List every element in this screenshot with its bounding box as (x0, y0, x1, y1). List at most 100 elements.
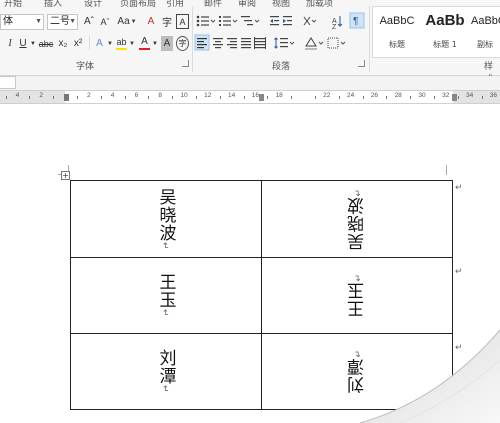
ruler-tick-label: 32 (442, 92, 450, 99)
ruler-tick-label: 16 (251, 92, 260, 99)
distributed-icon[interactable] (254, 37, 266, 49)
chevron-down-icon[interactable] (289, 41, 295, 45)
font-dialog-launcher[interactable] (182, 60, 189, 67)
tab-mailings[interactable]: 邮件 (204, 0, 222, 9)
bullets-icon[interactable] (196, 15, 209, 27)
phonetic-guide-button[interactable]: 字 (160, 14, 174, 29)
numbering-icon[interactable] (219, 16, 231, 26)
ruler-tick-label: 4 (110, 92, 115, 99)
line-spacing-icon[interactable] (274, 37, 289, 49)
end-of-row-mark: ↵ (455, 266, 463, 276)
name-text: 刘潭 (155, 349, 176, 386)
justify-icon[interactable] (241, 38, 251, 49)
strikethrough-button[interactable]: abc (38, 36, 54, 51)
tab-view[interactable]: 视图 (272, 0, 290, 9)
name-text: 王玉 (155, 273, 176, 310)
style-preview: AaBb (425, 12, 465, 29)
ruler-minor-tick (195, 96, 197, 99)
chevron-down-icon[interactable]: ▼ (152, 36, 158, 51)
font-name-combo[interactable]: 体 ▼ (0, 14, 44, 30)
table-cell[interactable]: 王玉↵ (262, 258, 453, 333)
ruler-tick-label: 12 (204, 92, 212, 99)
superscript-button[interactable]: x² (72, 36, 84, 51)
chevron-down-icon[interactable] (311, 19, 317, 23)
group-separator (369, 6, 370, 72)
grow-font-button[interactable]: Aˆ (82, 14, 96, 29)
paragraph-mark: ↵ (160, 241, 171, 251)
chevron-down-icon[interactable]: ▼ (30, 36, 36, 51)
navigation-box[interactable] (0, 76, 16, 89)
tab-review[interactable]: 审阅 (238, 0, 256, 9)
navigation-strip (0, 76, 500, 90)
italic-button[interactable]: I (6, 36, 14, 51)
superscript-icon: x² (73, 38, 83, 49)
increase-indent-icon[interactable] (283, 16, 292, 26)
highlight-color-button[interactable]: ab (115, 34, 128, 49)
character-shading-button[interactable]: A (161, 36, 173, 51)
chevron-down-icon[interactable]: ▼ (107, 36, 113, 51)
style-heading-1[interactable]: AaBb 标题 1 (423, 7, 467, 57)
table-cell[interactable]: 吴晓波↵ (262, 181, 453, 257)
paragraph-mark: ↵ (353, 187, 363, 197)
chevron-down-icon[interactable] (232, 19, 238, 23)
ruler-minor-tick (172, 96, 174, 99)
chevron-down-icon[interactable] (340, 41, 346, 45)
word-window: 开始 插入 设计 页面布局 引用 邮件 审阅 视图 加载项 体 ▼ 二号 ▼ A… (0, 0, 500, 423)
ruler-minor-tick (100, 96, 102, 99)
font-color-button[interactable]: A (138, 34, 151, 49)
multilevel-list-icon[interactable] (241, 16, 253, 26)
tab-insert[interactable]: 插入 (44, 0, 62, 9)
decrease-indent-icon[interactable] (270, 16, 279, 26)
paragraph-mark: ↵ (353, 349, 363, 358)
font-group-label: 字体 (76, 61, 95, 71)
grow-font-icon: Aˆ (84, 16, 94, 27)
tab-addins[interactable]: 加载项 (306, 0, 333, 9)
highlighter-icon: ab (116, 36, 127, 47)
ruler-tick-label: 2 (39, 92, 43, 99)
name-text: 吴晓波 (155, 187, 176, 242)
ruler-right-indent-marker[interactable] (452, 94, 457, 101)
change-case-icon: Aa (117, 16, 130, 27)
align-right-icon[interactable] (227, 38, 237, 49)
paragraph-dialog-launcher[interactable] (358, 60, 365, 67)
align-center-icon[interactable] (213, 38, 223, 49)
shading-icon[interactable] (305, 37, 317, 50)
change-case-button[interactable]: Aa ▼ (117, 14, 137, 29)
chinese-layout-icon[interactable] (303, 16, 311, 26)
table-cell[interactable]: 吴晓波↵ (71, 181, 261, 257)
subscript-button[interactable]: x₂ (57, 36, 69, 51)
ruler-tick-label: 6 (134, 92, 139, 99)
enclose-characters-button[interactable]: 字 (176, 36, 189, 51)
ruler-minor-tick (5, 96, 7, 99)
paragraph-mark: ↵ (160, 309, 171, 318)
tab-layout[interactable]: 页面布局 (120, 0, 156, 9)
shrink-font-button[interactable]: Aˇ (98, 14, 112, 29)
tab-home[interactable]: 开始 (4, 0, 22, 9)
font-size-combo[interactable]: 二号 ▼ (47, 14, 78, 30)
text-effects-button[interactable]: A (93, 36, 106, 51)
tab-references[interactable]: 引用 (166, 0, 184, 9)
paragraph-mark: ↵ (353, 273, 363, 282)
tab-design[interactable]: 设计 (84, 0, 102, 9)
ruler-tick-label: 10 (180, 92, 188, 99)
chevron-down-icon[interactable] (210, 19, 216, 23)
highlight-color-swatch (116, 48, 127, 50)
borders-icon[interactable] (327, 37, 339, 49)
chevron-down-icon[interactable] (254, 19, 260, 23)
character-border-button[interactable]: A (176, 14, 189, 29)
clear-formatting-button[interactable]: A (144, 14, 158, 29)
table-move-handle[interactable]: + (61, 171, 70, 180)
style-title[interactable]: AaBbC 标题 (375, 7, 419, 57)
chevron-down-icon[interactable] (318, 41, 324, 45)
table-cell[interactable]: 刘潭↵ (262, 334, 453, 409)
table-cell[interactable]: 王玉↵ (71, 258, 261, 333)
chevron-down-icon[interactable]: ▼ (129, 36, 135, 51)
ruler-left-indent-marker[interactable] (64, 94, 69, 101)
table-cell[interactable]: 刘潭↵ (71, 334, 261, 409)
underline-button[interactable]: U (18, 36, 28, 51)
ruler-tick-label: 2 (86, 92, 91, 99)
style-subtitle[interactable]: AaBbC 副标 (471, 7, 500, 57)
sort-icon[interactable]: A Z (332, 16, 343, 31)
ruler-column-marker[interactable] (259, 94, 264, 101)
character-border-icon: A (179, 16, 186, 27)
